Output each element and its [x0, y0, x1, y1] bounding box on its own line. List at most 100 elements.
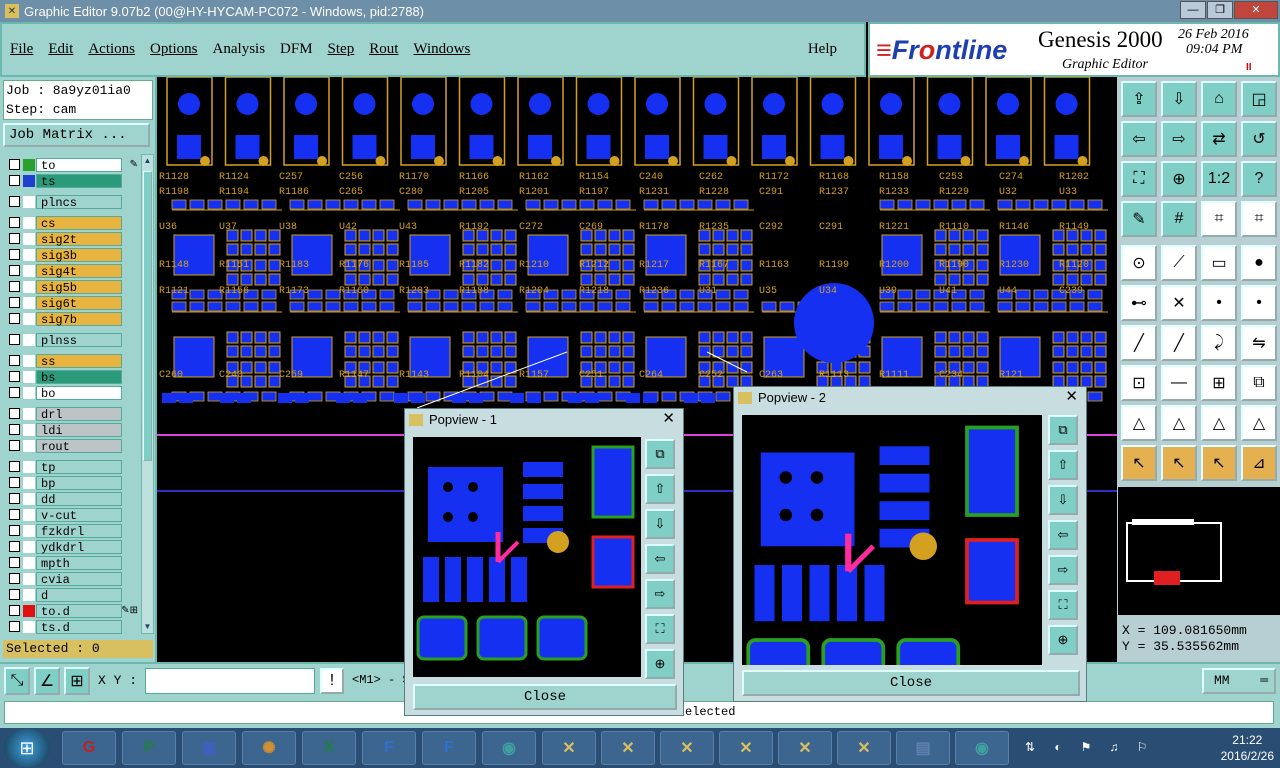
layer-row-ldi[interactable]: ldi [3, 422, 140, 438]
pan-left-icon[interactable]: ⇦ [1121, 121, 1157, 157]
layer-name[interactable]: to.d [36, 603, 122, 619]
layer-color-swatch[interactable] [23, 476, 35, 489]
units-selector[interactable]: MM ═ [1202, 668, 1276, 694]
scroll-up-icon[interactable]: ▲ [143, 156, 152, 166]
layout-icon[interactable]: ⧉ [1048, 415, 1078, 445]
align-icon[interactable]: ⊞ [1201, 365, 1237, 401]
graphic-editor-1-icon[interactable]: ✕ [542, 731, 596, 765]
layer-checkbox[interactable] [9, 461, 20, 472]
layer-row-fzkdrl[interactable]: fzkdrl [3, 523, 140, 539]
layer-color-swatch[interactable] [23, 333, 35, 346]
line-icon[interactable]: ╱ [1121, 325, 1157, 361]
layer-checkbox[interactable] [9, 313, 20, 324]
layer-row-to.d[interactable]: to.d ✎⊞ [3, 603, 140, 619]
layer-name[interactable]: rout [36, 438, 122, 454]
layer-name[interactable]: plnss [36, 332, 122, 348]
layer-name[interactable]: ts.d [36, 619, 122, 634]
layer-edit-icon[interactable]: ✎⊞ [121, 605, 138, 616]
overview-viewport[interactable] [1154, 571, 1180, 585]
measure-tool-icon[interactable]: ∠ [34, 667, 60, 695]
one-to-one-icon[interactable]: 1:2 [1201, 161, 1237, 197]
layer-color-swatch[interactable] [23, 174, 35, 187]
layer-checkbox[interactable] [9, 408, 20, 419]
layer-name[interactable]: cs [36, 215, 122, 231]
graphic-editor-5-icon[interactable]: ✕ [778, 731, 832, 765]
menu-help[interactable]: Help [808, 41, 837, 58]
layer-name[interactable]: bo [36, 385, 122, 401]
system-clock[interactable]: 21:22 2016/2/26 [1221, 732, 1274, 764]
triangle3-icon[interactable]: △ [1201, 405, 1237, 441]
flip-icon[interactable]: ⇋ [1241, 325, 1277, 361]
layer-name[interactable]: fzkdrl [36, 523, 122, 539]
units-dropdown-icon[interactable]: ═ [1260, 670, 1268, 692]
graphic-editor-6-icon[interactable]: ✕ [837, 731, 891, 765]
minus-icon[interactable]: — [1161, 365, 1197, 401]
layer-row-sig6t[interactable]: sig6t [3, 295, 140, 311]
grid-tool-icon[interactable]: ⊞ [64, 667, 90, 695]
flag-icon[interactable]: ⚑ [1078, 740, 1094, 756]
layer-name[interactable]: tp [36, 459, 122, 475]
ruler-icon[interactable]: ▭ [1201, 245, 1237, 281]
layer-name[interactable]: plncs [36, 194, 122, 210]
zoom-in-icon[interactable]: ⊕ [1161, 161, 1197, 197]
layer-color-swatch[interactable] [23, 370, 35, 383]
layer-checkbox[interactable] [9, 175, 20, 186]
layer-color-swatch[interactable] [23, 195, 35, 208]
scroll-down-icon[interactable]: ▼ [143, 622, 152, 632]
app-g-icon[interactable]: G [62, 731, 116, 765]
layer-name[interactable]: d [36, 587, 122, 603]
layer-color-swatch[interactable] [23, 264, 35, 277]
minimize-button[interactable]: — [1180, 1, 1206, 19]
layer-checkbox[interactable] [9, 440, 20, 451]
group-icon[interactable]: ⧉ [1241, 365, 1277, 401]
layer-checkbox[interactable] [9, 387, 20, 398]
popview-2-close-button[interactable]: Close [742, 670, 1080, 696]
triangle4-icon[interactable]: △ [1241, 405, 1277, 441]
layer-color-swatch[interactable] [23, 492, 35, 505]
overview-map[interactable] [1118, 487, 1280, 615]
layer-row-sig4t[interactable]: sig4t [3, 263, 140, 279]
point-icon[interactable]: • [1201, 285, 1237, 321]
zoom-window-icon[interactable]: ◲ [1241, 81, 1277, 117]
frontline-app2-icon[interactable]: F [422, 731, 476, 765]
pan-down-icon[interactable]: ⇩ [645, 509, 675, 539]
layer-checkbox[interactable] [9, 334, 20, 345]
arc-icon[interactable]: ⤸ [1201, 325, 1237, 361]
layer-row-tp[interactable]: tp [3, 459, 140, 475]
layer-row-dd[interactable]: dd [3, 491, 140, 507]
layer-row-bs[interactable]: bs [3, 369, 140, 385]
pad-add-icon[interactable]: ⊡ [1121, 365, 1157, 401]
layer-row-plncs[interactable]: plncs [3, 194, 140, 210]
genesis-app2-icon[interactable]: ◉ [955, 731, 1009, 765]
layer-row-ss[interactable]: ss [3, 353, 140, 369]
scroll-thumb[interactable] [143, 171, 152, 461]
menu-windows[interactable]: Windows [413, 41, 470, 58]
layer-name[interactable]: sig5b [36, 279, 122, 295]
network-icon[interactable]: ⇅ [1022, 740, 1038, 756]
layer-name[interactable]: ldi [36, 422, 122, 438]
pan-down-icon[interactable]: ⇩ [1048, 485, 1078, 515]
save-icon[interactable]: ⇩ [1161, 81, 1197, 117]
layer-name[interactable]: bs [36, 369, 122, 385]
layer-name[interactable]: sig6t [36, 295, 122, 311]
layer-checkbox[interactable] [9, 355, 20, 366]
layer-row-d[interactable]: d [3, 587, 140, 603]
menu-dfm[interactable]: DFM [280, 41, 313, 58]
pan-up-icon[interactable]: ⇧ [645, 474, 675, 504]
layer-name[interactable]: v-cut [36, 507, 122, 523]
line2-icon[interactable]: ╱ [1161, 325, 1197, 361]
layer-row-sig5b[interactable]: sig5b [3, 279, 140, 295]
layer-color-swatch[interactable] [23, 556, 35, 569]
open-job-icon[interactable]: ⇪ [1121, 81, 1157, 117]
pan-right-icon[interactable]: ⇨ [645, 579, 675, 609]
graphic-editor-2-icon[interactable]: ✕ [601, 731, 655, 765]
layer-name[interactable]: bp [36, 475, 122, 491]
zoom-fit-icon[interactable]: ⛶ [1048, 590, 1078, 620]
save-app-icon[interactable]: ▣ [182, 731, 236, 765]
layer-row-sig2t[interactable]: sig2t [3, 231, 140, 247]
layer-row-ydkdrl[interactable]: ydkdrl [3, 539, 140, 555]
layer-color-swatch[interactable] [23, 604, 35, 617]
power-icon[interactable]: ♫ [1106, 740, 1122, 756]
home-icon[interactable]: ⌂ [1201, 81, 1237, 117]
layer-color-swatch[interactable] [23, 508, 35, 521]
